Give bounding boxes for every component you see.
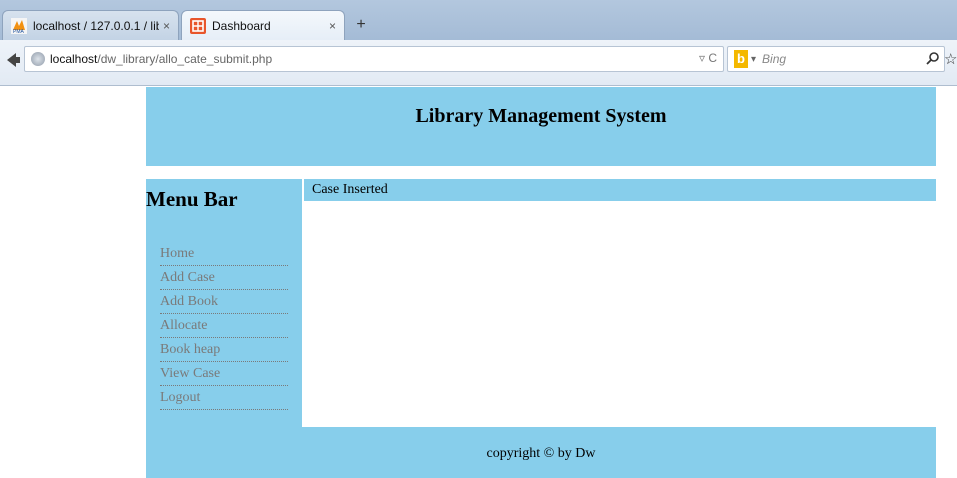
dashboard-icon xyxy=(190,17,206,34)
browser-nav-bar: localhost /dw_library/allo_cate_submit.p… xyxy=(0,40,957,86)
menu-link-add-case[interactable]: Add Case xyxy=(160,266,288,289)
page-header: Library Management System xyxy=(146,87,936,166)
close-icon[interactable]: × xyxy=(329,19,336,33)
sidebar-item-book-heap: Book heap xyxy=(160,338,288,362)
sidebar: Menu Bar Home Add Case Add Book Allocate… xyxy=(146,179,302,427)
menu-link-add-book[interactable]: Add Book xyxy=(160,290,288,313)
sidebar-item-view-case: View Case xyxy=(160,362,288,386)
bing-logo-icon[interactable]: b xyxy=(734,50,748,68)
tab-dashboard[interactable]: Dashboard × xyxy=(181,10,345,40)
new-tab-button[interactable]: + xyxy=(350,14,372,36)
address-bar[interactable]: localhost /dw_library/allo_cate_submit.p… xyxy=(24,46,724,72)
sidebar-title: Menu Bar xyxy=(146,187,238,211)
reload-icon[interactable]: ▿ C xyxy=(699,51,717,65)
sidebar-item-add-book: Add Book xyxy=(160,290,288,314)
sidebar-item-logout: Logout xyxy=(160,386,288,410)
sidebar-item-home: Home xyxy=(160,242,288,266)
globe-icon xyxy=(31,52,45,66)
phpmyadmin-icon: PMA xyxy=(11,17,27,35)
copyright-text: copyright © by Dw xyxy=(486,446,596,461)
close-icon[interactable]: × xyxy=(163,19,170,33)
page: Library Management System Menu Bar Home … xyxy=(0,87,957,478)
browser-tab-bar: PMA localhost / 127.0.0.1 / librar... × … xyxy=(0,0,957,40)
tab-title: Dashboard xyxy=(212,18,271,33)
url-host: localhost xyxy=(50,52,98,66)
page-title: Library Management System xyxy=(415,105,667,127)
status-message: Case Inserted xyxy=(304,179,936,201)
sidebar-item-allocate: Allocate xyxy=(160,314,288,338)
menu-link-logout[interactable]: Logout xyxy=(160,386,288,409)
sidebar-item-add-case: Add Case xyxy=(160,266,288,290)
chevron-down-icon[interactable]: ▾ xyxy=(751,54,756,65)
menu-link-allocate[interactable]: Allocate xyxy=(160,314,288,337)
menu-link-view-case[interactable]: View Case xyxy=(160,362,288,385)
search-icon[interactable] xyxy=(926,51,940,68)
bookmark-star-icon[interactable]: ☆ xyxy=(944,50,957,68)
menu-list: Home Add Case Add Book Allocate Book hea… xyxy=(146,242,302,410)
main-content: Case Inserted xyxy=(304,179,936,427)
menu-link-book-heap[interactable]: Book heap xyxy=(160,338,288,361)
search-bar[interactable]: b ▾ Bing xyxy=(727,46,945,72)
svg-text:PMA: PMA xyxy=(13,29,25,34)
tab-title: localhost / 127.0.0.1 / librar... xyxy=(33,18,159,33)
menu-link-home[interactable]: Home xyxy=(160,242,288,265)
search-input[interactable]: Bing xyxy=(762,52,786,66)
back-arrow-icon[interactable] xyxy=(2,48,22,72)
page-footer: copyright © by Dw xyxy=(146,427,936,478)
tab-phpmyadmin[interactable]: PMA localhost / 127.0.0.1 / librar... × xyxy=(2,10,179,40)
url-path: /dw_library/allo_cate_submit.php xyxy=(97,52,273,66)
